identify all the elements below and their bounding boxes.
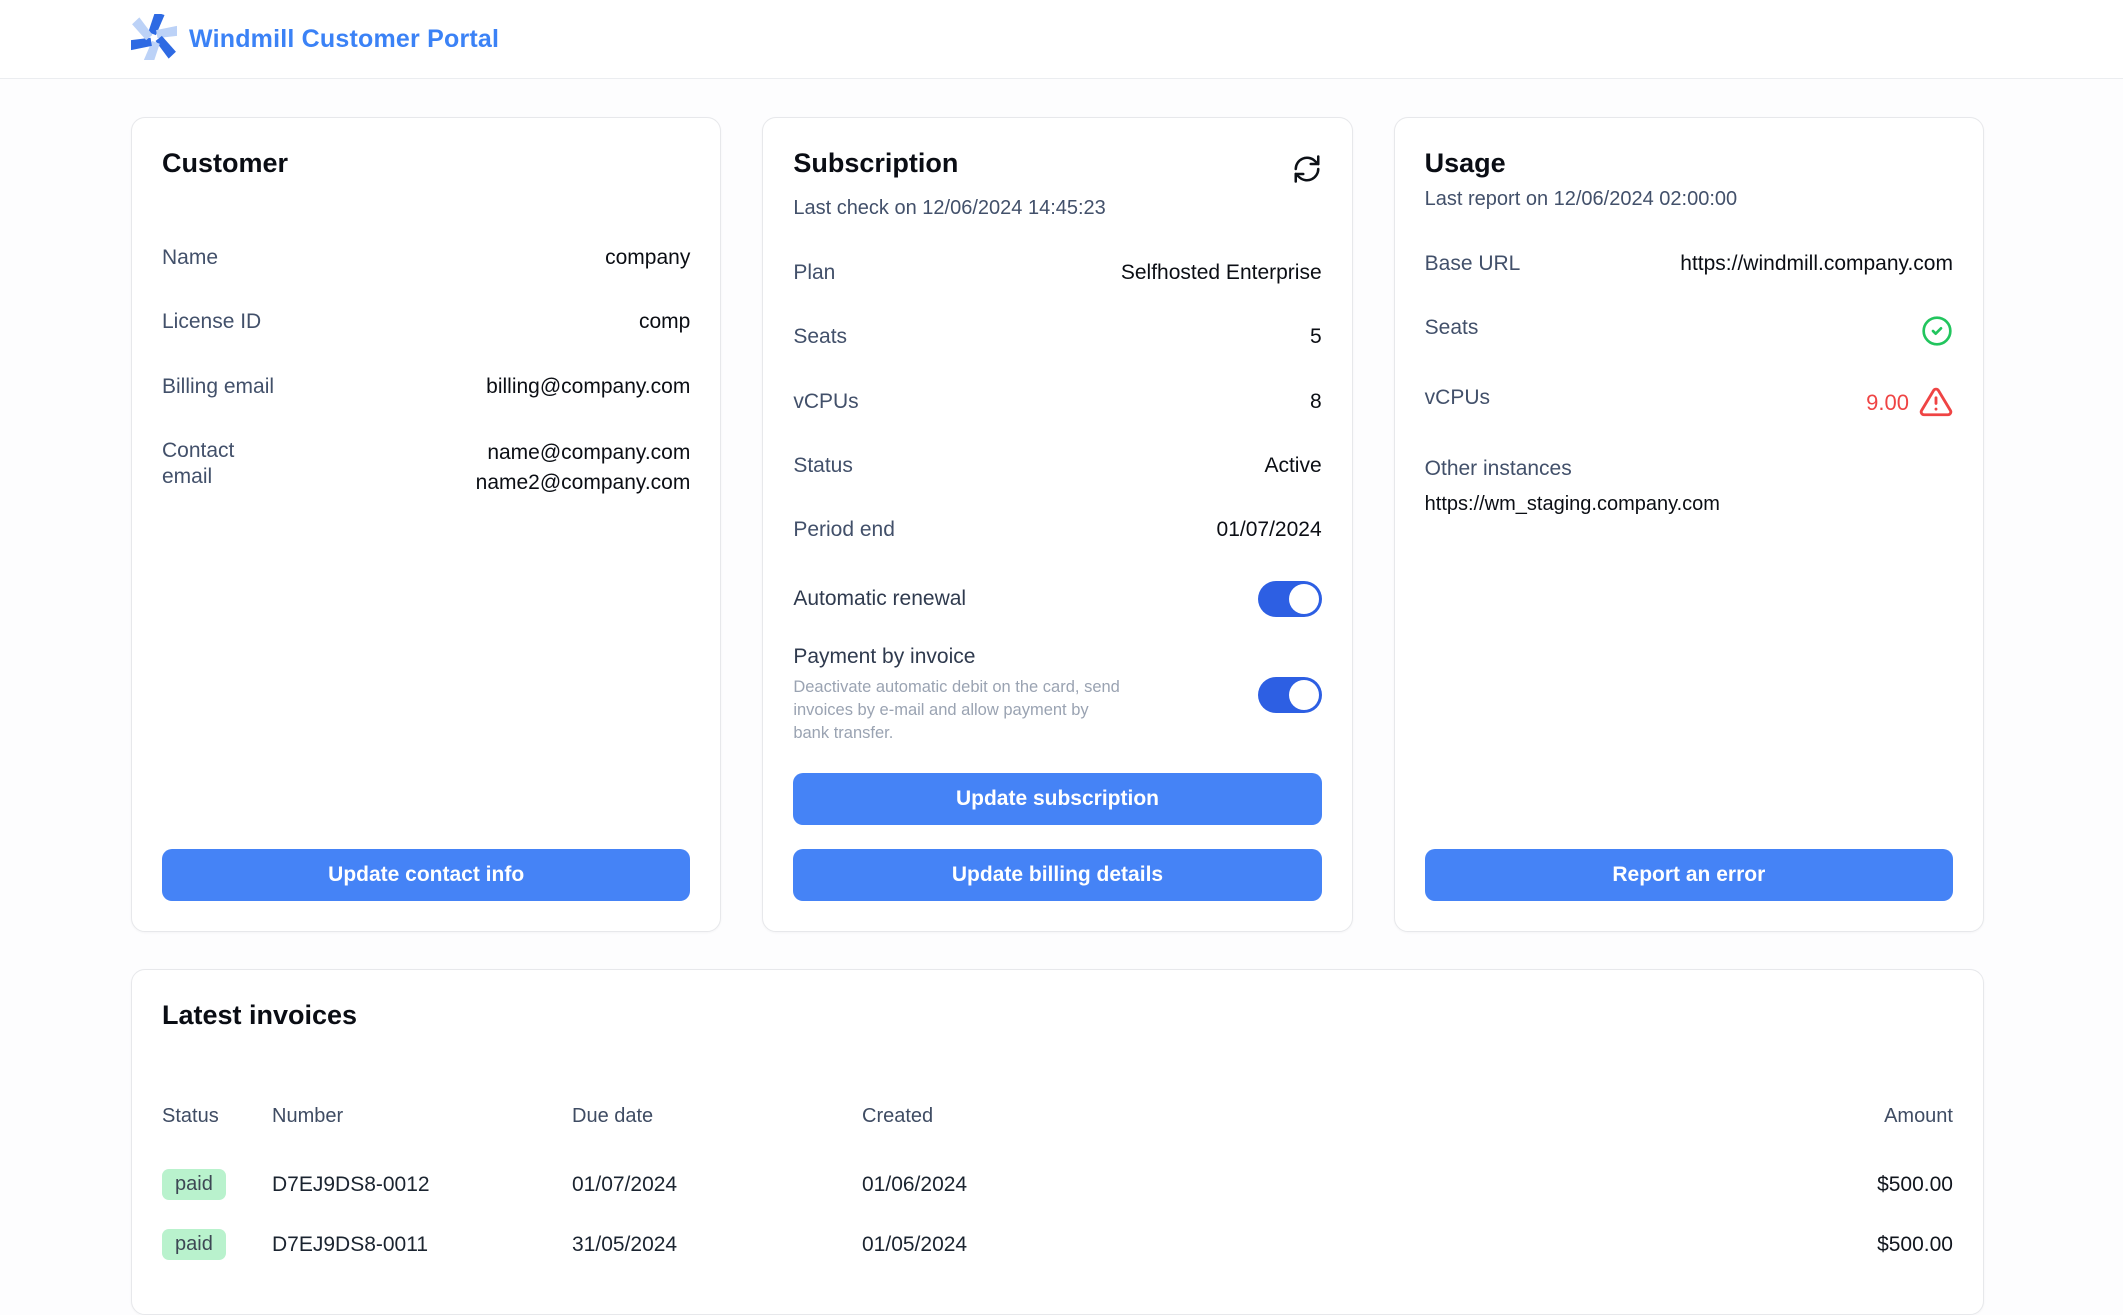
contact-email-1: name@company.com (487, 441, 690, 464)
invoice-number: D7EJ9DS8-0011 (272, 1233, 572, 1257)
invoice-amount: $500.00 (1813, 1173, 1953, 1197)
base-url-row: Base URL https://windmill.company.com (1425, 251, 1953, 277)
automatic-renewal-label: Automatic renewal (793, 587, 966, 611)
payment-by-invoice-description: Deactivate automatic debit on the card, … (793, 676, 1126, 744)
usage-card: Usage Last report on 12/06/2024 02:00:00… (1394, 117, 1984, 932)
usage-vcpus-value: 9.00 (1866, 389, 1909, 417)
status-badge: paid (162, 1169, 226, 1200)
contact-email-2: name2@company.com (476, 471, 691, 494)
license-id-label: License ID (162, 309, 261, 335)
payment-by-invoice-row: Payment by invoice Deactivate automatic … (793, 645, 1321, 744)
plan-label: Plan (793, 260, 835, 286)
usage-vcpus-value-wrap: 9.00 (1866, 385, 1953, 419)
payment-by-invoice-toggle[interactable] (1258, 677, 1322, 713)
latest-invoices-card: Latest invoices Status Number Due date C… (131, 969, 1984, 1315)
main-content: Customer Name company License ID comp Bi… (0, 79, 2123, 1315)
invoice-created: 01/05/2024 (862, 1233, 1813, 1257)
plan-row: Plan Selfhosted Enterprise (793, 260, 1321, 286)
col-status: Status (162, 1105, 272, 1128)
customer-name-value: company (605, 245, 690, 271)
billing-email-row: Billing email billing@company.com (162, 374, 690, 400)
seats-label: Seats (793, 324, 847, 350)
base-url-value: https://windmill.company.com (1680, 251, 1953, 277)
report-an-error-button[interactable]: Report an error (1425, 849, 1953, 901)
status-value: Active (1264, 453, 1321, 479)
invoices-table-header: Status Number Due date Created Amount (162, 1105, 1953, 1128)
col-amount: Amount (1813, 1105, 1953, 1128)
usage-seats-label: Seats (1425, 315, 1479, 341)
automatic-renewal-toggle[interactable] (1258, 581, 1322, 617)
usage-seats-row: Seats (1425, 315, 1953, 347)
subscription-last-check: Last check on 12/06/2024 14:45:23 (793, 197, 1321, 220)
customer-card-title: Customer (162, 148, 690, 179)
invoice-amount: $500.00 (1813, 1233, 1953, 1257)
summary-cards: Customer Name company License ID comp Bi… (131, 117, 1984, 932)
subscription-card-title: Subscription (793, 148, 958, 179)
contact-email-value: name@company.com name2@company.com (476, 438, 691, 499)
invoices-table: Status Number Due date Created Amount pa… (162, 1105, 1953, 1284)
col-due-date: Due date (572, 1105, 862, 1128)
customer-name-row: Name company (162, 245, 690, 271)
invoice-due-date: 31/05/2024 (572, 1233, 862, 1257)
update-subscription-button[interactable]: Update subscription (793, 773, 1321, 825)
vcpus-value: 8 (1310, 389, 1322, 415)
invoice-row: paid D7EJ9DS8-0011 31/05/2024 01/05/2024… (162, 1224, 1953, 1266)
usage-vcpus-label: vCPUs (1425, 385, 1490, 411)
refresh-subscription-button[interactable] (1288, 150, 1326, 188)
customer-name-label: Name (162, 245, 218, 271)
plan-value: Selfhosted Enterprise (1121, 260, 1322, 286)
customer-card: Customer Name company License ID comp Bi… (131, 117, 721, 932)
status-badge: paid (162, 1229, 226, 1260)
brand: Windmill Customer Portal (131, 14, 499, 65)
invoice-row: paid D7EJ9DS8-0012 01/07/2024 01/06/2024… (162, 1164, 1953, 1206)
other-instances-value: https://wm_staging.company.com (1425, 493, 1953, 516)
update-contact-info-button[interactable]: Update contact info (162, 849, 690, 901)
update-billing-details-button[interactable]: Update billing details (793, 849, 1321, 901)
usage-last-report: Last report on 12/06/2024 02:00:00 (1425, 188, 1953, 211)
contact-email-row: Contact email name@company.com name2@com… (162, 438, 690, 499)
usage-card-title: Usage (1425, 148, 1953, 179)
app-title: Windmill Customer Portal (189, 25, 499, 54)
base-url-label: Base URL (1425, 251, 1521, 277)
col-created: Created (862, 1105, 1813, 1128)
automatic-renewal-row: Automatic renewal (793, 581, 1321, 617)
other-instances-block: Other instances https://wm_staging.compa… (1425, 457, 1953, 516)
billing-email-label: Billing email (162, 374, 274, 400)
vcpus-label: vCPUs (793, 389, 858, 415)
period-end-row: Period end 01/07/2024 (793, 517, 1321, 543)
period-end-value: 01/07/2024 (1217, 517, 1322, 543)
usage-details: Base URL https://windmill.company.com Se… (1425, 251, 1953, 516)
check-circle-icon (1921, 315, 1953, 347)
subscription-card: Subscription Last check on 12/06/2024 14… (762, 117, 1352, 932)
period-end-label: Period end (793, 517, 895, 543)
status-label: Status (793, 453, 853, 479)
subscription-details: Plan Selfhosted Enterprise Seats 5 vCPUs… (793, 260, 1321, 773)
usage-vcpus-row: vCPUs 9.00 (1425, 385, 1953, 419)
payment-by-invoice-text: Payment by invoice Deactivate automatic … (793, 645, 1126, 744)
latest-invoices-title: Latest invoices (162, 1000, 1953, 1031)
invoice-created: 01/06/2024 (862, 1173, 1813, 1197)
app-header: Windmill Customer Portal (0, 0, 2123, 79)
windmill-logo-icon (131, 14, 177, 65)
invoice-due-date: 01/07/2024 (572, 1173, 862, 1197)
status-row: Status Active (793, 453, 1321, 479)
seats-value: 5 (1310, 324, 1322, 350)
col-number: Number (272, 1105, 572, 1128)
seats-row: Seats 5 (793, 324, 1321, 350)
refresh-icon (1292, 172, 1322, 187)
invoice-number: D7EJ9DS8-0012 (272, 1173, 572, 1197)
billing-email-value: billing@company.com (486, 374, 690, 400)
contact-email-label: Contact email (162, 438, 272, 491)
payment-by-invoice-label: Payment by invoice (793, 645, 975, 668)
other-instances-label: Other instances (1425, 457, 1572, 480)
vcpus-row: vCPUs 8 (793, 389, 1321, 415)
customer-details: Name company License ID comp Billing ema… (162, 245, 690, 537)
license-id-value: comp (639, 309, 690, 335)
warning-triangle-icon (1919, 385, 1953, 419)
license-id-row: License ID comp (162, 309, 690, 335)
